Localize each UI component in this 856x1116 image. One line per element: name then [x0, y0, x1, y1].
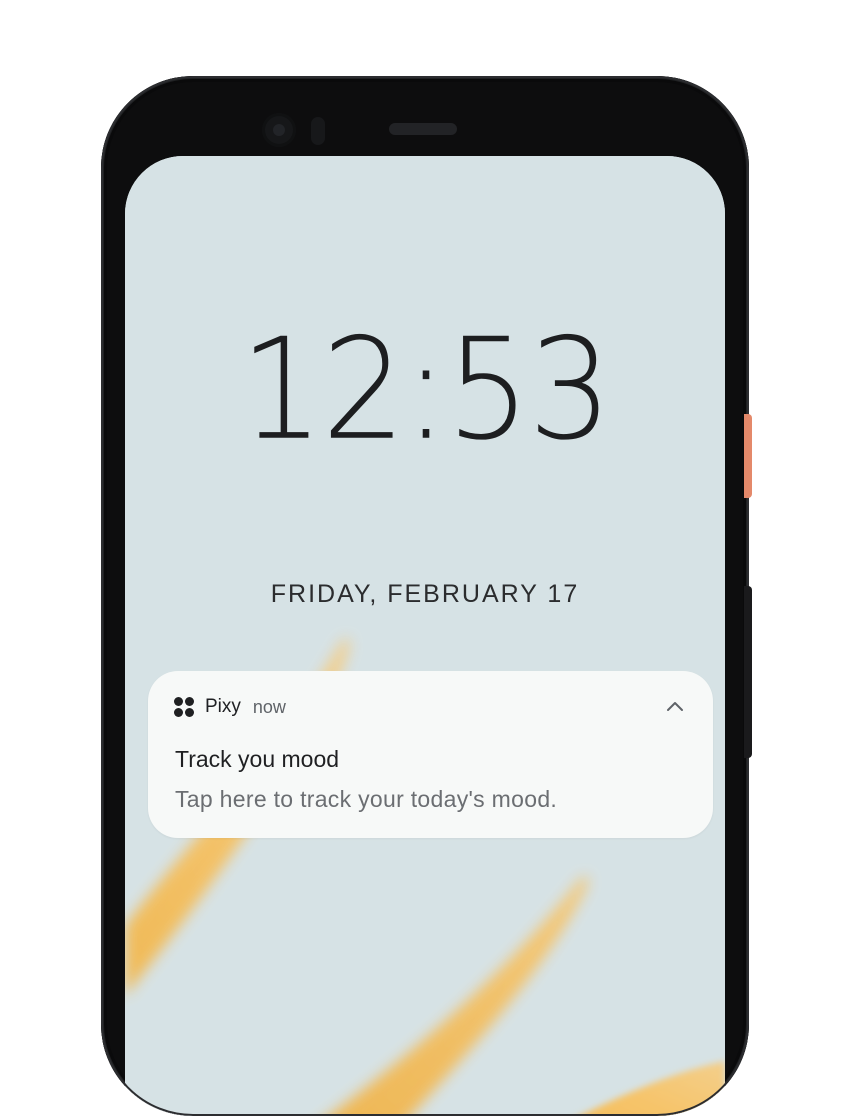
lock-screen-clock: 12:53 [239, 308, 612, 472]
earpiece-speaker [389, 123, 457, 135]
notification-time: now [252, 696, 286, 717]
notification-title: Track you mood [175, 746, 340, 772]
power-button[interactable] [744, 414, 752, 498]
front-camera-icon [262, 113, 296, 147]
lock-screen[interactable]: 12:53 FRIDAY, FEBRUARY 17 Pixy now Track… [125, 156, 725, 1116]
notification-header: Pixy now [174, 695, 286, 719]
chevron-up-icon[interactable] [665, 697, 685, 717]
notification-card[interactable]: Pixy now Track you mood Tap here to trac… [148, 671, 713, 838]
proximity-sensor [311, 117, 325, 145]
phone-frame: 12:53 FRIDAY, FEBRUARY 17 Pixy now Track… [101, 76, 749, 1116]
notification-text: Tap here to track your today's mood. [175, 786, 558, 812]
app-dots-icon [174, 697, 194, 717]
wallpaper-petals [125, 156, 725, 1116]
notification-app-name: Pixy [205, 696, 241, 717]
volume-button[interactable] [744, 586, 752, 758]
lock-screen-date: FRIDAY, FEBRUARY 17 [270, 580, 580, 608]
